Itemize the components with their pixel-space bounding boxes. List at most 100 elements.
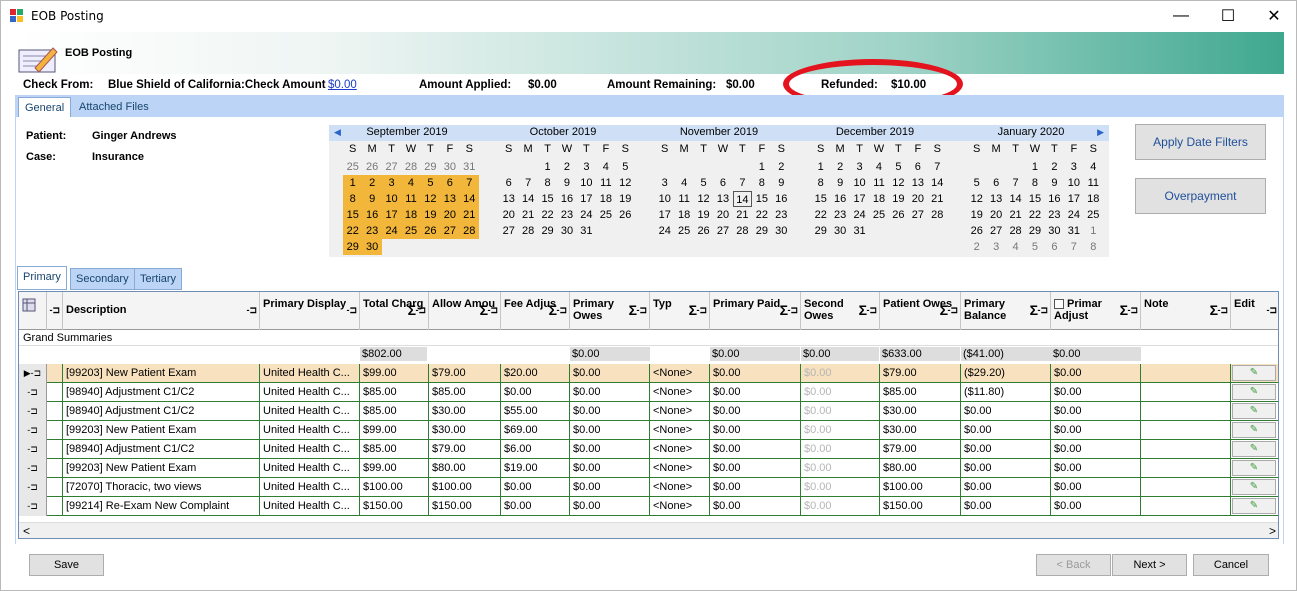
calendar-day[interactable]: 9 [772,175,791,191]
calendar-day[interactable]: 19 [967,207,986,223]
calendar-day[interactable]: 1 [752,159,771,175]
cell-primary-display[interactable]: United Health C... [260,440,360,459]
calendar-day[interactable]: 14 [518,191,537,207]
column-header-primary-adjust[interactable]: Primar Adjust Σ -⊐ [1051,292,1141,330]
cell-note[interactable] [1141,383,1231,402]
calendar-day[interactable]: 21 [733,207,752,223]
cell-total-charge[interactable]: $150.00 [360,497,429,516]
calendar-day[interactable]: 6 [986,175,1005,191]
calendar-day[interactable]: 20 [908,191,927,207]
calendar-day[interactable]: 8 [343,191,363,207]
calendar-day[interactable]: 20 [986,207,1005,223]
calendar-day[interactable]: 7 [518,175,537,191]
calendar-day[interactable]: 11 [1084,175,1103,191]
cell-allowed-amount[interactable]: $150.00 [429,497,501,516]
calendar-day[interactable]: 5 [889,159,908,175]
calendar-day[interactable]: 28 [459,223,479,239]
pin-icon[interactable]: -⊐ [787,304,798,316]
calendar-day[interactable]: 21 [928,191,947,207]
cell-second-owes[interactable]: $0.00 [801,364,880,383]
calendar-day[interactable]: 22 [1025,207,1044,223]
calendar-day[interactable]: 10 [577,175,596,191]
cell-type[interactable]: <None> [650,383,710,402]
pin-icon[interactable]: -⊐ [947,304,958,316]
calendar-day[interactable]: 25 [596,207,615,223]
calendar-day[interactable]: 29 [421,159,440,175]
calendar-day[interactable]: 17 [577,191,596,207]
calendar-day[interactable]: 15 [1025,191,1044,207]
column-header-patient-owes[interactable]: Patient Owes Σ -⊐ [880,292,961,330]
calendar-day[interactable]: 2 [1045,159,1064,175]
cell-primary-paid[interactable]: $0.00 [710,402,801,421]
calendar-day[interactable]: 26 [362,159,381,175]
calendar-day[interactable]: 22 [752,207,771,223]
calendar-day[interactable]: 21 [1006,207,1025,223]
column-header-type[interactable]: Typ Σ -⊐ [650,292,710,330]
cell-allowed-amount[interactable]: $100.00 [429,478,501,497]
calendar-day[interactable]: 23 [1045,207,1064,223]
close-button[interactable]: ✕ [1251,1,1297,31]
calendar-day[interactable]: 7 [733,175,752,191]
calendar-day[interactable]: 17 [1064,191,1083,207]
cell-primary-paid[interactable]: $0.00 [710,421,801,440]
calendar-day[interactable]: 5 [694,175,713,191]
minimize-button[interactable]: — [1158,1,1204,31]
calendar-day[interactable]: 13 [499,191,518,207]
calendar-day[interactable]: 3 [577,159,596,175]
cell-fee-adjust[interactable]: $0.00 [501,383,570,402]
table-row[interactable]: -⊐ [98940] Adjustment C1/C2 United Health … [19,402,1278,421]
calendar-day[interactable]: 3 [986,239,1005,255]
calendar-day[interactable]: 31 [850,223,869,239]
column-header-description[interactable]: Description -⊐ [63,292,260,330]
calendar-day[interactable]: 1 [343,175,363,191]
calendar-day[interactable]: 8 [1025,175,1044,191]
calendar-day[interactable]: 26 [616,207,635,223]
cell-second-owes[interactable]: $0.00 [801,402,880,421]
calendar-day[interactable]: 19 [420,207,441,223]
calendar-day[interactable]: 29 [538,223,557,239]
row-selector-icon[interactable]: -⊐ [19,459,47,478]
calendar-day[interactable]: 16 [557,191,576,207]
calendar-day[interactable]: 17 [850,191,869,207]
calendar-day[interactable]: 14 [928,175,947,191]
calendar-day[interactable]: 4 [1084,159,1103,175]
calendar-day[interactable]: 4 [869,159,888,175]
cell-primary-balance[interactable]: $0.00 [961,478,1051,497]
calendar-day[interactable]: 16 [830,191,849,207]
table-row[interactable]: -⊐ [99214] Re-Exam New Complaint United He… [19,497,1278,516]
calendar-day[interactable]: 24 [850,207,869,223]
calendar-day[interactable]: 7 [1006,175,1025,191]
calendar-day[interactable]: 12 [889,175,908,191]
calendar-day[interactable]: 7 [459,175,479,191]
column-header-note[interactable]: Note Σ -⊐ [1141,292,1231,330]
calendar-day[interactable]: 31 [1064,223,1083,239]
calendar-day[interactable]: 9 [1045,175,1064,191]
calendar-day[interactable]: 19 [889,191,908,207]
calendar-day[interactable]: 16 [772,191,791,207]
calendar-day[interactable]: 9 [362,191,382,207]
calendar-day[interactable]: 11 [401,191,421,207]
calendar-day[interactable]: 24 [1064,207,1083,223]
cell-total-charge[interactable]: $99.00 [360,459,429,478]
calendar-day[interactable]: 12 [616,175,635,191]
cell-note[interactable] [1141,402,1231,421]
calendar-day[interactable]: 1 [1084,223,1103,239]
calendar-day[interactable]: 24 [381,223,402,239]
tab-secondary[interactable]: Secondary [70,268,135,290]
cell-total-charge[interactable]: $99.00 [360,364,429,383]
overpayment-button[interactable]: Overpayment [1135,178,1266,214]
cell-primary-owes[interactable]: $0.00 [570,497,650,516]
calendar-day[interactable]: 17 [381,207,402,223]
calendar-day[interactable]: 8 [811,175,830,191]
calendar-day[interactable]: 24 [577,207,596,223]
cell-primary-owes[interactable]: $0.00 [570,402,650,421]
cell-note[interactable] [1141,440,1231,459]
calendar-day[interactable]: 1 [1025,159,1044,175]
calendar-day[interactable]: 30 [1045,223,1064,239]
cell-total-charge[interactable]: $100.00 [360,478,429,497]
calendar-day[interactable]: 16 [362,207,382,223]
calendar-day[interactable]: 5 [616,159,635,175]
cell-primary-display[interactable]: United Health C... [260,383,360,402]
row-selector-icon[interactable]: -⊐ [19,497,47,516]
calendar-day[interactable]: 18 [401,207,421,223]
